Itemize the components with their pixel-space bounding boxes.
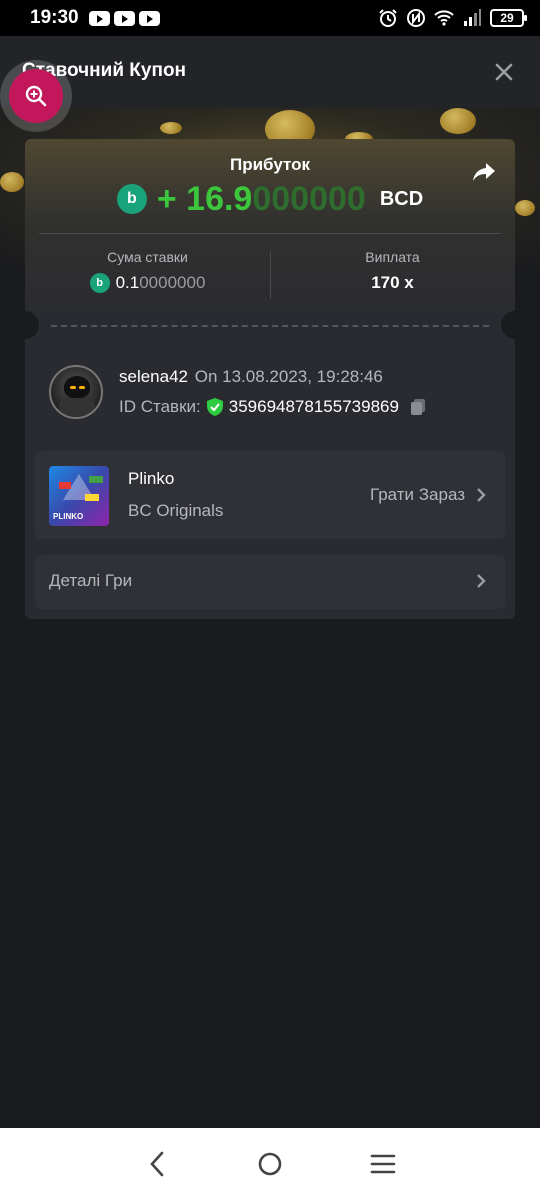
youtube-icon <box>88 10 110 26</box>
zoom-button-inner <box>9 69 63 123</box>
bet-user-info: selena42 On 13.08.2023, 19:28:46 ID Став… <box>49 365 499 425</box>
bet-id-label: ID Ставки: <box>119 397 201 416</box>
bet-amount-stat: Сума ставки b 0.10000000 <box>25 249 270 293</box>
bet-amount-label: Сума ставки <box>107 249 188 265</box>
bet-id-line: ID Ставки: 359694878155739869 <box>119 397 427 417</box>
battery-icon: 29 <box>490 9 527 27</box>
bcd-coin-icon: b <box>116 184 147 214</box>
game-details-row[interactable]: Деталі Гри <box>35 555 505 609</box>
menu-icon <box>371 1154 396 1174</box>
status-time: 19:30 <box>30 7 79 28</box>
payout-stat: Виплата 170 x <box>270 249 515 293</box>
coin-decoration <box>0 172 24 192</box>
game-details-label: Деталі Гри <box>49 571 133 590</box>
system-nav-bar <box>0 1128 540 1200</box>
payout-label: Виплата <box>365 249 420 265</box>
zoom-in-icon <box>25 85 47 107</box>
zoom-button[interactable] <box>0 60 72 132</box>
home-icon <box>258 1152 282 1176</box>
nfc-icon <box>407 9 425 27</box>
bet-date: On 13.08.2023, 19:28:46 <box>194 367 383 386</box>
signal-icon <box>464 9 481 26</box>
avatar-eye <box>79 386 85 389</box>
payout-value: 170 x <box>371 273 414 292</box>
share-icon[interactable] <box>471 159 497 185</box>
bet-amount-main: 0.1 <box>115 273 140 292</box>
bet-amount-trailing: 0000000 <box>139 273 206 292</box>
bet-coupon-card: Прибуток b + 16.9000000 BCD Сума ставки … <box>25 139 515 619</box>
chevron-right-icon <box>477 488 486 502</box>
avatar-body <box>59 397 95 417</box>
coin-decoration <box>515 200 535 216</box>
game-name: Plinko <box>128 469 175 488</box>
avatar-head <box>64 376 90 398</box>
modal-header: Ставочний Купон <box>0 36 540 108</box>
status-bar: 19:30 29 <box>0 0 540 36</box>
avatar[interactable] <box>49 365 103 419</box>
coin-decoration <box>440 108 476 134</box>
username[interactable]: selena42 <box>119 367 188 386</box>
home-button[interactable] <box>255 1149 285 1179</box>
profit-amount: + 16.9000000 <box>157 180 366 219</box>
back-icon <box>149 1151 163 1177</box>
profit-sign: + <box>156 179 177 218</box>
chevron-right-icon <box>477 574 486 588</box>
recents-button[interactable] <box>368 1149 398 1179</box>
play-now-label: Грати Зараз <box>369 485 465 504</box>
divider <box>39 233 501 234</box>
profit-currency: BCD <box>379 187 424 210</box>
wifi-icon <box>434 10 454 26</box>
game-provider: BC Originals <box>128 501 224 520</box>
notification-icons <box>88 10 160 26</box>
system-icons: 29 <box>378 8 527 28</box>
plinko-tag <box>85 494 99 501</box>
youtube-icon <box>113 10 135 26</box>
copy-icon[interactable] <box>409 398 427 416</box>
bet-amount-value: b 0.10000000 <box>25 273 270 293</box>
coin-decoration <box>160 122 182 134</box>
alarm-icon <box>379 9 397 27</box>
user-name-line: selena42 On 13.08.2023, 19:28:46 <box>119 367 383 387</box>
profit-amount-main: 16.9 <box>186 179 253 218</box>
profit-amount-trailing: 000000 <box>252 179 366 218</box>
game-row[interactable]: PLINKO Plinko BC Originals Грати Зараз <box>35 451 505 539</box>
game-thumbnail: PLINKO <box>49 466 109 526</box>
profit-amount-row: b + 16.9000000 BCD <box>25 177 515 221</box>
play-now-button[interactable]: Грати Зараз <box>370 485 487 505</box>
plinko-tag <box>89 476 103 483</box>
close-icon[interactable] <box>492 60 516 84</box>
bet-id-value: 359694878155739869 <box>228 397 399 416</box>
back-button[interactable] <box>142 1149 172 1179</box>
youtube-icon <box>138 10 160 26</box>
profit-label: Прибуток <box>230 155 310 174</box>
bcd-coin-icon: b <box>89 273 110 293</box>
ticket-dashed-divider <box>51 325 489 327</box>
game-thumbnail-text: PLINKO <box>53 512 84 521</box>
plinko-tag <box>59 482 71 489</box>
shield-check-icon <box>206 398 223 416</box>
avatar-eye <box>70 386 76 389</box>
